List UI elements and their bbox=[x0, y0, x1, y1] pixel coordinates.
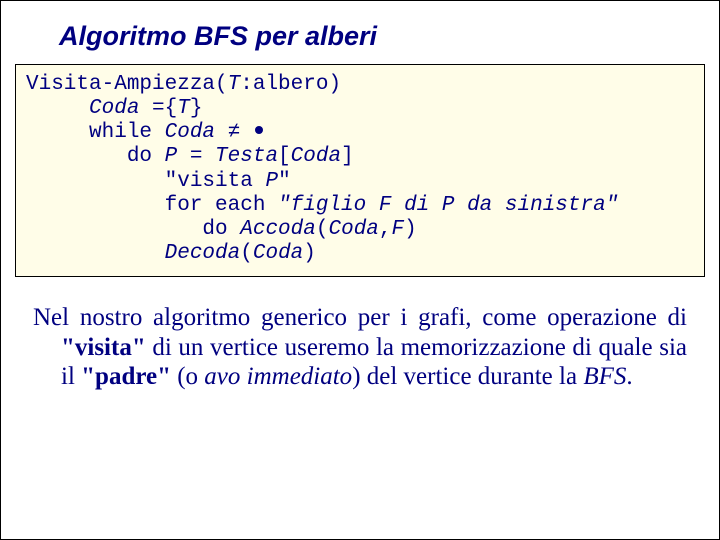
code-text: :albero) bbox=[240, 73, 341, 96]
code-text: = bbox=[152, 97, 165, 120]
code-text: " bbox=[278, 170, 291, 193]
body-paragraph: Nel nostro algoritmo generico per i graf… bbox=[33, 303, 687, 392]
code-text: F bbox=[392, 218, 405, 241]
code-line-3: while Coda ≠ bbox=[26, 121, 694, 145]
code-text: do bbox=[26, 218, 240, 241]
code-text: P bbox=[265, 170, 278, 193]
code-text: do bbox=[26, 145, 165, 168]
para-text: . bbox=[626, 363, 632, 390]
code-text: "figlio F di P da sinistra" bbox=[278, 194, 618, 217]
para-quote: "padre" bbox=[81, 363, 171, 390]
code-text: "visita bbox=[165, 170, 266, 193]
code-text bbox=[26, 242, 165, 265]
code-text bbox=[26, 170, 165, 193]
para-italic: BFS bbox=[583, 363, 626, 390]
code-text: T bbox=[228, 73, 241, 96]
para-italic: avo imme­diato bbox=[204, 363, 352, 390]
para-quote: "visita" bbox=[61, 334, 146, 361]
code-line-2: Coda ={T} bbox=[26, 97, 694, 121]
code-line-1: Visita-Ampiezza(T:albero) bbox=[26, 73, 694, 97]
code-line-6: for each "figlio F di P da sinistra" bbox=[26, 194, 694, 218]
code-text: while bbox=[26, 121, 165, 144]
code-text: Coda bbox=[26, 97, 152, 120]
code-line-5: "visita P" bbox=[26, 170, 694, 194]
code-text: ) bbox=[303, 242, 316, 265]
slide: { "title": "Algoritmo BFS per alberi", "… bbox=[0, 0, 720, 540]
code-line-4: do P = Testa[Coda] bbox=[26, 145, 694, 169]
code-text: , bbox=[379, 218, 392, 241]
code-text: Accoda bbox=[240, 218, 316, 241]
code-box: Visita-Ampiezza(T:albero) Coda ={T} whil… bbox=[15, 64, 705, 277]
code-text: ] bbox=[341, 145, 354, 168]
para-text: (o bbox=[171, 363, 204, 390]
code-text: T bbox=[177, 97, 190, 120]
code-text: ≠ bbox=[228, 121, 241, 144]
code-text: Visita-Ampiezza( bbox=[26, 73, 228, 96]
code-text: P = Testa bbox=[165, 145, 278, 168]
code-text: ( bbox=[240, 242, 253, 265]
code-text: { bbox=[165, 97, 178, 120]
code-text: ) bbox=[404, 218, 417, 241]
code-text: for each bbox=[26, 194, 278, 217]
code-text: Decoda bbox=[165, 242, 241, 265]
code-text: Coda bbox=[165, 121, 228, 144]
para-text: Nel nostro algoritmo generico per i graf… bbox=[33, 304, 687, 331]
para-text: ) del vertice durante la bbox=[352, 363, 583, 390]
slide-title: Algoritmo BFS per alberi bbox=[1, 1, 719, 64]
code-text: Coda bbox=[328, 218, 378, 241]
code-line-7: do Accoda(Coda,F) bbox=[26, 218, 694, 242]
code-text: } bbox=[190, 97, 203, 120]
code-text: Coda bbox=[253, 242, 303, 265]
bullet-icon bbox=[255, 126, 263, 134]
code-line-8: Decoda(Coda) bbox=[26, 242, 694, 266]
code-text: ( bbox=[316, 218, 329, 241]
code-text: [ bbox=[278, 145, 291, 168]
code-text: Coda bbox=[291, 145, 341, 168]
